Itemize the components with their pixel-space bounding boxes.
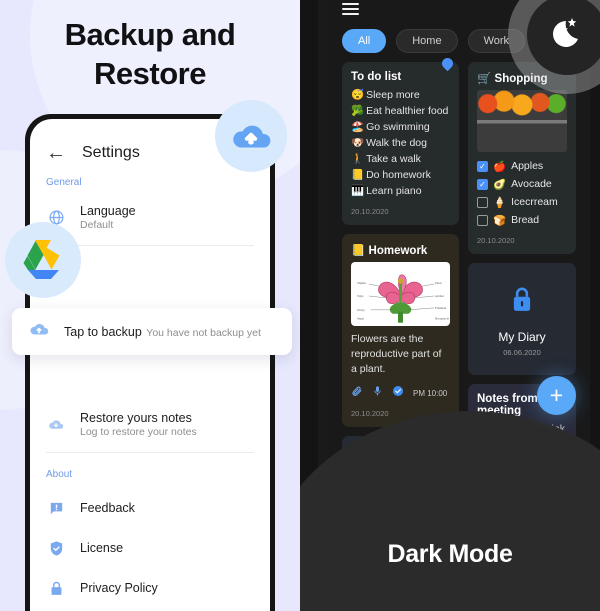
dark-mode-label: Dark Mode <box>387 540 513 568</box>
note-time: PM 10:00 <box>413 388 448 398</box>
settings-row-feedback[interactable]: Feedback <box>30 488 270 528</box>
settings-row-subtitle: Log to restore your notes <box>80 426 197 438</box>
headline-line-2: Restore <box>94 55 206 91</box>
lock-icon <box>509 287 535 319</box>
svg-text:Receptacle: Receptacle <box>435 316 449 320</box>
note-card-todo-list[interactable]: To do list 😴 Sleep more 🥦 Eat healthier fo… <box>342 55 459 225</box>
settings-row-title: Language <box>80 204 136 218</box>
emoji-icon: 🚶 <box>351 152 365 165</box>
checkbox-unchecked[interactable]: ✓ <box>477 214 488 226</box>
cloud-upload-icon <box>28 318 50 345</box>
tap-to-backup-card[interactable]: Tap to backup You have not backup yet <box>12 308 292 355</box>
settings-row-restore[interactable]: Restore yours notes Log to restore your … <box>30 403 270 446</box>
divider <box>46 452 254 453</box>
tab-all[interactable]: All <box>342 29 387 53</box>
settings-screen: ← Settings General Language Default Rest… <box>30 119 270 611</box>
svg-text:Anther: Anther <box>435 294 445 298</box>
note-date: 06.06.2020 <box>503 348 541 357</box>
section-header-about: About <box>46 469 73 480</box>
shield-check-icon <box>46 540 66 557</box>
right-promo-panel: All Home Work To do list 😴 Sleep more 🥦 Ea… <box>300 0 600 611</box>
list-item: 🎹 Learn piano <box>351 184 450 200</box>
settings-row-title: Feedback <box>80 501 135 515</box>
svg-text:Stigma: Stigma <box>357 281 367 285</box>
headline-line-1: Backup and <box>64 17 236 52</box>
settings-row-privacy-policy[interactable]: Privacy Policy <box>30 568 270 608</box>
settings-row-subtitle: Default <box>80 219 114 231</box>
emoji-icon: 🏖️ <box>351 120 365 133</box>
tap-to-backup-subtitle: You have not backup yet <box>146 326 261 339</box>
lock-icon <box>46 580 66 597</box>
google-drive-badge <box>5 222 81 298</box>
svg-text:Petal: Petal <box>435 281 441 285</box>
emoji-icon: 🥑 <box>493 178 507 191</box>
checklist-item[interactable]: ✓ 🥑 Avocade <box>477 175 567 193</box>
list-item: 🥦 Eat healthier food <box>351 104 450 120</box>
microphone-icon[interactable] <box>372 384 383 402</box>
svg-text:Style: Style <box>357 294 364 298</box>
settings-row-title: Privacy Policy <box>80 581 158 595</box>
settings-row-backup-spacer <box>30 347 270 403</box>
cloud-upload-icon <box>233 125 271 148</box>
page-title: Backup and Restore <box>0 16 300 94</box>
checklist-item[interactable]: ✓ 🍦 Icecrream <box>477 193 567 211</box>
note-card-homework[interactable]: 📒 Homework Stigma Petal Style Anther Ova… <box>342 233 459 428</box>
checklist-item[interactable]: ✓ 🍎 Apples <box>477 157 567 175</box>
checkbox-checked[interactable]: ✓ <box>477 178 488 190</box>
hamburger-icon[interactable] <box>342 2 359 15</box>
svg-text:Filament: Filament <box>435 306 446 310</box>
checklist-item[interactable]: ✓ 🍞 Bread <box>477 211 567 229</box>
tab-home[interactable]: Home <box>396 29 458 53</box>
note-date: 20.10.2020 <box>477 236 515 245</box>
emoji-icon: 🥦 <box>351 104 365 117</box>
settings-row-license[interactable]: License <box>30 528 270 568</box>
emoji-icon: 😴 <box>351 89 365 101</box>
light-phone-mockup: ← Settings General Language Default Rest… <box>25 114 275 611</box>
svg-text:Ovary: Ovary <box>357 308 365 312</box>
note-date: 20.10.2020 <box>351 206 389 216</box>
note-title: 📒 Homework <box>351 244 428 257</box>
promo-screenshot: Backup and Restore ← Settings General La… <box>0 0 600 611</box>
list-item: 🚶 Take a walk <box>351 152 450 168</box>
emoji-icon: 🐶 <box>351 136 365 149</box>
section-header-general: General <box>46 177 82 188</box>
flower-diagram-image: Stigma Petal Style Anther Ovary Filament Se… <box>351 261 450 326</box>
list-item: 🐶 Walk the dog <box>351 136 450 152</box>
left-promo-panel: Backup and Restore ← Settings General La… <box>0 0 300 611</box>
settings-row-title: License <box>80 541 124 555</box>
note-card-my-diary[interactable]: My Diary 06.06.2020 <box>468 263 576 375</box>
reminder-check-icon[interactable] <box>392 384 404 402</box>
list-item: 😴 Sleep more <box>351 88 450 104</box>
cloud-upload-badge <box>215 100 287 172</box>
note-title: My Diary <box>498 330 546 344</box>
emoji-icon: 🍞 <box>493 214 507 227</box>
tap-to-backup-title: Tap to backup <box>64 324 142 339</box>
checkbox-checked[interactable]: ✓ <box>477 160 488 172</box>
groceries-photo <box>477 90 567 152</box>
settings-row-title: Restore yours notes <box>80 411 192 425</box>
drive-icon <box>23 240 60 279</box>
list-item: 🏖️ Go swimming <box>351 120 450 136</box>
back-arrow-icon[interactable]: ← <box>46 143 66 163</box>
note-title: To do list <box>351 71 402 83</box>
feedback-icon <box>46 500 66 517</box>
add-note-fab[interactable]: + <box>537 376 576 415</box>
moon-stars-icon <box>527 0 600 75</box>
emoji-icon: 📒 <box>351 168 365 181</box>
emoji-icon: 🍎 <box>493 160 507 173</box>
note-body: Flowers are the reproductive part of a p… <box>351 332 442 376</box>
page-title-settings: Settings <box>82 144 140 161</box>
note-attachment-row: PM 10:00 <box>351 384 450 402</box>
emoji-icon: 🎹 <box>351 184 365 197</box>
emoji-icon: 📒 <box>351 244 366 257</box>
checkbox-unchecked[interactable]: ✓ <box>477 196 488 208</box>
attachment-icon[interactable] <box>351 384 363 402</box>
emoji-icon: 🍦 <box>493 196 507 209</box>
cloud-download-icon <box>46 416 66 434</box>
svg-text:Sepal: Sepal <box>357 316 364 320</box>
list-item: 📒 Do homework <box>351 168 450 184</box>
shopping-cart-icon: 🛒 <box>477 73 492 85</box>
